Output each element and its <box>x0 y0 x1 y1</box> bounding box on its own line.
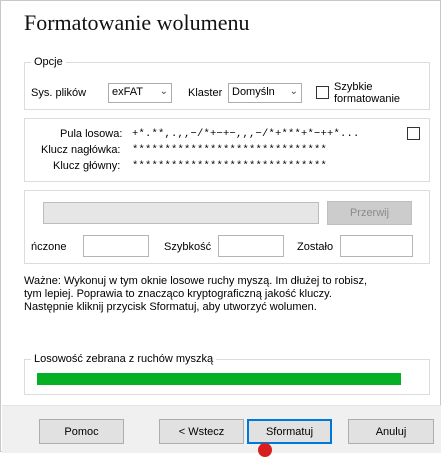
speed-field <box>218 235 284 257</box>
instructions-line: Ważne: Wykonuj w tym oknie losowe ruchy … <box>24 275 368 287</box>
instructions-text: Ważne: Wykonuj w tym oknie losowe ruchy … <box>24 275 434 314</box>
master-key-value: ****************************** <box>132 160 328 172</box>
quick-format-label-line2: formatowanie <box>334 93 401 105</box>
time-left-label: Zostało <box>297 241 334 253</box>
help-button[interactable]: Pomoc <box>39 419 124 444</box>
random-pool-label: Pula losowa: <box>60 128 123 140</box>
instructions-line: tym lepiej. Poprawia to znacząco kryptog… <box>24 288 332 300</box>
done-label: ńczone <box>31 241 67 253</box>
time-left-field <box>340 235 413 257</box>
quick-format-label-line1: Szybkie <box>334 81 373 93</box>
format-volume-dialog: Formatowanie wolumenu Opcje Sys. plików … <box>0 0 441 457</box>
cluster-label: Klaster <box>188 87 223 99</box>
random-pool-value: +*.**,.,,−/*+−+−,,,−/*+***+*−++*... <box>132 128 360 140</box>
cursor-dot-icon <box>258 443 272 457</box>
page-title: Formatowanie wolumenu <box>24 10 250 35</box>
filesystem-select[interactable]: exFAT ⌄ <box>108 83 172 103</box>
randomness-bar <box>37 373 401 385</box>
format-button[interactable]: Sformatuj <box>247 419 332 444</box>
done-field <box>83 235 149 257</box>
master-key-label: Klucz główny: <box>53 160 121 172</box>
filesystem-value: exFAT <box>112 86 143 98</box>
cluster-value: Domyśln <box>232 86 275 98</box>
abort-button[interactable]: Przerwij <box>327 201 412 225</box>
cancel-button[interactable]: Anuluj <box>348 419 434 444</box>
randomness-bar-fill <box>37 373 401 385</box>
back-button[interactable]: < Wstecz <box>159 419 244 444</box>
instructions-line: Następnie kliknij przycisk Sformatuj, ab… <box>24 301 317 313</box>
show-pool-checkbox[interactable] <box>407 127 420 140</box>
header-key-value: ****************************** <box>132 144 328 156</box>
filesystem-label: Sys. plików <box>31 87 87 99</box>
quick-format-checkbox[interactable] <box>316 86 329 99</box>
chevron-down-icon: ⌄ <box>289 86 298 97</box>
help-button-label: Pomoc <box>64 425 99 438</box>
format-progress-bar <box>43 202 319 224</box>
cluster-select[interactable]: Domyśln ⌄ <box>228 83 302 103</box>
chevron-down-icon: ⌄ <box>159 86 168 97</box>
speed-label: Szybkość <box>164 241 212 253</box>
randomness-legend: Losowość zebrana z ruchów myszką <box>34 353 214 365</box>
options-legend: Opcje <box>34 56 63 68</box>
header-key-label: Klucz nagłówka: <box>41 144 121 156</box>
